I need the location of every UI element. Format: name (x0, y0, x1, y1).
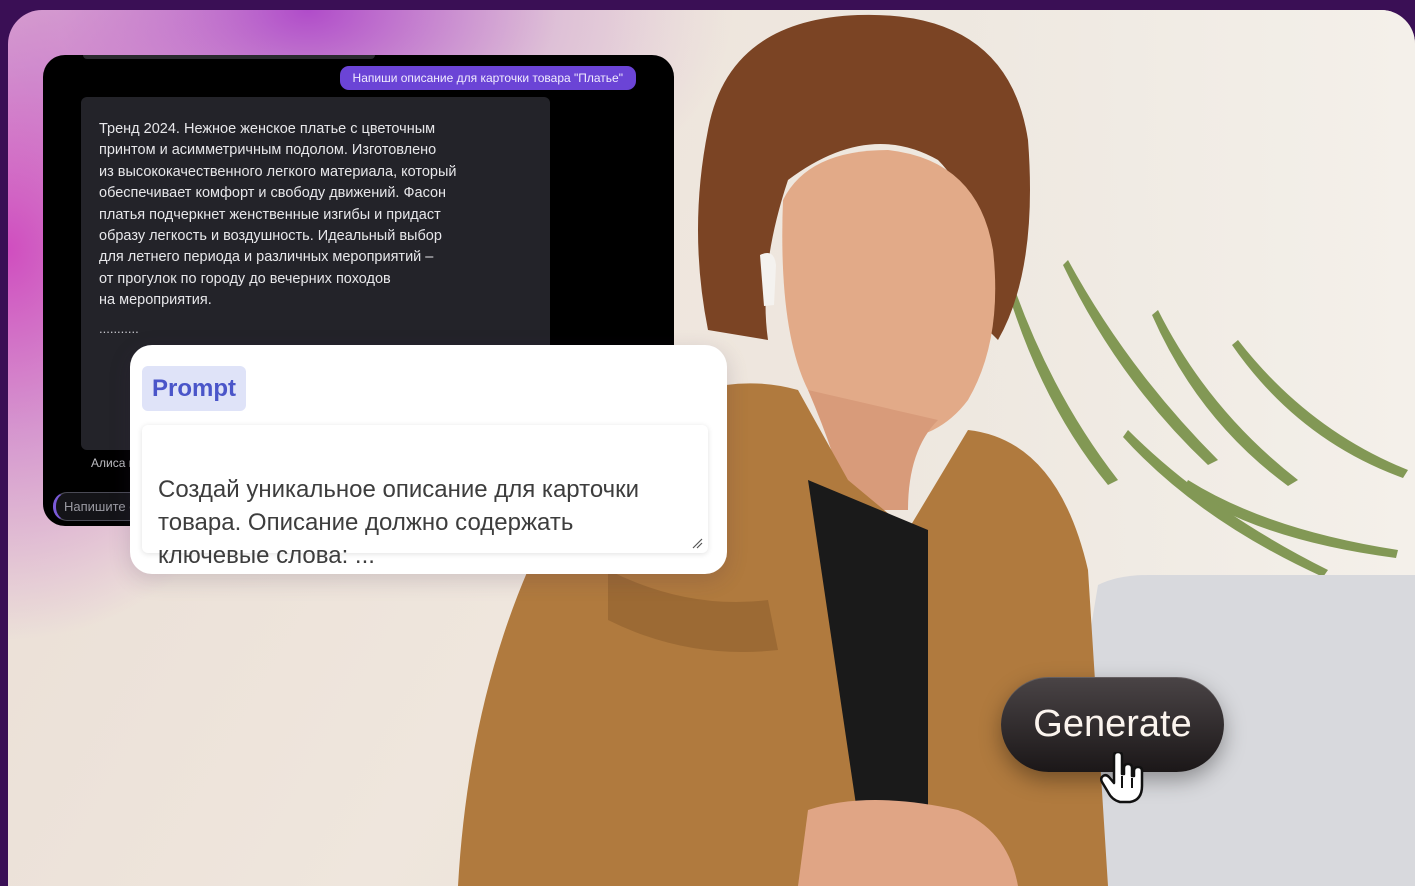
resize-handle-icon[interactable] (691, 537, 703, 549)
chat-top-bar (83, 55, 375, 59)
user-message-bubble: Напиши описание для карточки товара "Пла… (339, 66, 636, 90)
prompt-textarea[interactable]: Создай уникальное описание для карточки … (142, 425, 708, 569)
hero-frame: Напиши описание для карточки товара "Пла… (8, 10, 1415, 886)
assistant-message-ellipsis: ........... (99, 321, 139, 336)
prompt-text: Создай уникальное описание для карточки … (158, 476, 640, 569)
prompt-tag: Prompt (142, 366, 246, 411)
hand-pointer-icon (1100, 752, 1144, 804)
prompt-card: Prompt Создай уникальное описание для ка… (130, 345, 727, 574)
assistant-message-text: Тренд 2024. Нежное женское платье с цвет… (99, 121, 457, 309)
